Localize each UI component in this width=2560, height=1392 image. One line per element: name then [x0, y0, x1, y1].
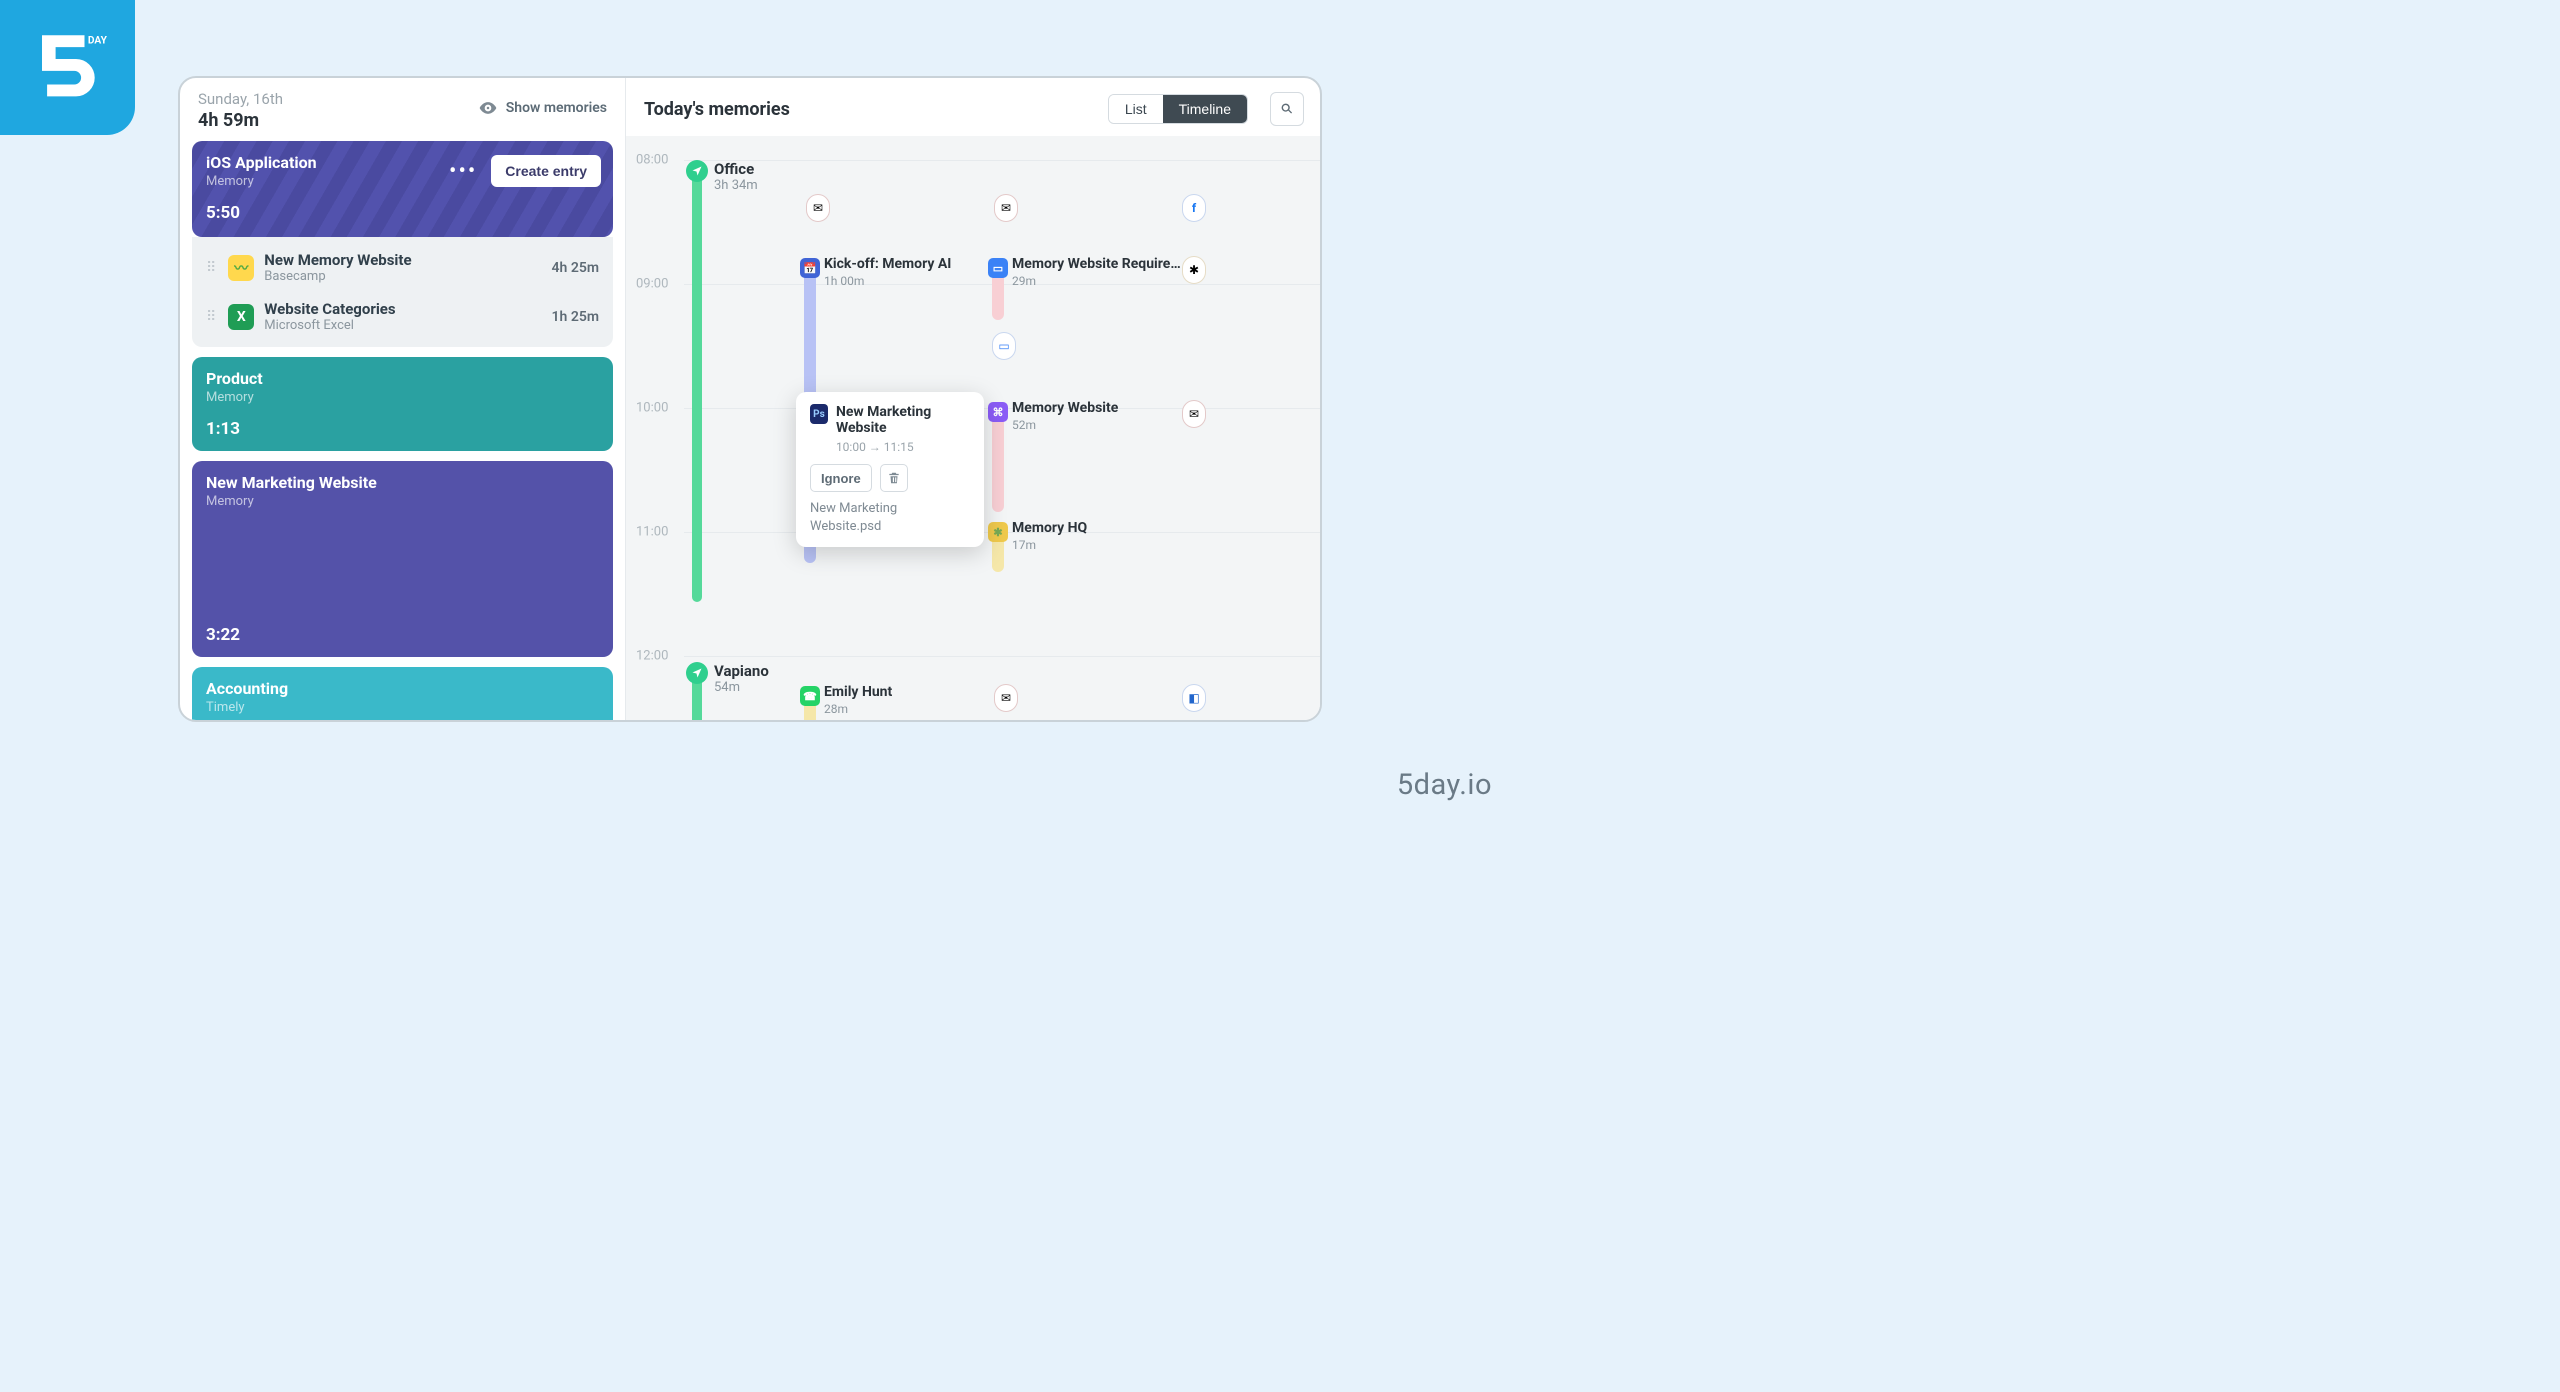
view-segmented: List Timeline	[1108, 94, 1248, 124]
facebook-icon[interactable]: f	[1182, 194, 1206, 222]
sub-app: Basecamp	[264, 269, 411, 284]
event-bar-kickoff[interactable]: 📅	[804, 260, 816, 408]
gmail-icon[interactable]: ✉	[1182, 400, 1206, 428]
hour-column: 08:00 09:00 10:00 11:00 12:00	[626, 136, 684, 720]
gmail-icon[interactable]: ✉	[994, 684, 1018, 712]
event-title: Emily Hunt	[824, 684, 892, 700]
docs-icon: ▭	[988, 258, 1008, 278]
trash-icon	[887, 471, 901, 485]
popover-title: New Marketing Website	[836, 404, 970, 436]
location-name: Office	[714, 160, 754, 178]
sub-app: Microsoft Excel	[264, 318, 395, 333]
event-duration: 28m	[824, 702, 848, 716]
left-panel: Sunday, 16th 4h 59m Show memories iOS Ap…	[180, 78, 626, 720]
popover-time: 10:00 → 11:15	[836, 440, 970, 454]
tab-timeline[interactable]: Timeline	[1163, 95, 1247, 123]
delete-button[interactable]	[880, 464, 908, 492]
sub-duration: 4h 25m	[552, 260, 599, 276]
card-accounting[interactable]: Accounting Timely 1:24	[192, 667, 613, 720]
total-time: 4h 59m	[198, 110, 283, 131]
five-icon: DAY	[25, 25, 110, 110]
app-window: Sunday, 16th 4h 59m Show memories iOS Ap…	[178, 76, 1322, 722]
whatsapp-icon: ☎	[800, 686, 820, 706]
tab-list[interactable]: List	[1109, 95, 1163, 123]
event-duration: 29m	[1012, 274, 1036, 288]
footer-brand: 5day.io	[1397, 768, 1492, 802]
slack-icon[interactable]: ✱	[1182, 256, 1206, 284]
card-new-marketing[interactable]: New Marketing Website Memory 3:22	[192, 461, 613, 657]
card-product[interactable]: Product Memory 1:13	[192, 357, 613, 451]
card-title: Product	[206, 369, 599, 388]
timeline[interactable]: 08:00 09:00 10:00 11:00 12:00 Office 3h …	[626, 136, 1320, 720]
cards-list: iOS Application Memory 5:50 ••• Create e…	[180, 141, 625, 720]
drag-handle-icon[interactable]: ⠿	[206, 264, 218, 272]
right-panel: Today's memories List Timeline 08:00 09:…	[626, 78, 1320, 720]
location-duration: 54m	[714, 680, 740, 695]
location-name: Vapiano	[714, 662, 769, 680]
slack-icon: ✱	[988, 522, 1008, 542]
basecamp-icon: 〰	[228, 255, 254, 281]
hour-label: 11:00	[636, 525, 668, 540]
card-subtitle: Memory	[206, 494, 599, 509]
card-title: Accounting	[206, 679, 599, 698]
calendar-icon: 📅	[800, 258, 820, 278]
sub-title: New Memory Website	[264, 251, 411, 269]
drag-handle-icon[interactable]: ⠿	[206, 313, 218, 321]
date-label: Sunday, 16th	[198, 90, 283, 108]
event-duration: 1h 00m	[824, 274, 864, 288]
card-time: 3:22	[206, 625, 240, 645]
hour-label: 12:00	[636, 649, 668, 664]
outlook-icon[interactable]: ◧	[1182, 684, 1206, 712]
location-pin-icon[interactable]	[686, 662, 708, 684]
show-memories-label: Show memories	[506, 100, 607, 116]
right-header: Today's memories List Timeline	[626, 78, 1320, 136]
event-bar-memory-hq[interactable]: ✱	[992, 524, 1004, 572]
docs-icon[interactable]: ▭	[992, 332, 1016, 360]
event-duration: 52m	[1012, 418, 1036, 432]
popover-filename: New Marketing Website.psd	[810, 500, 970, 535]
event-duration: 17m	[1012, 538, 1036, 552]
left-header: Sunday, 16th 4h 59m Show memories	[180, 78, 625, 141]
sub-entries: ⠿ 〰 New Memory WebsiteBasecamp 4h 25m ⠿ …	[192, 237, 613, 347]
location-pin-icon[interactable]	[686, 160, 708, 182]
card-subtitle: Memory	[206, 390, 599, 405]
brand-logo: DAY	[0, 0, 135, 135]
event-title: Memory Website	[1012, 400, 1118, 416]
eye-icon	[478, 98, 498, 118]
location-duration: 3h 34m	[714, 178, 758, 193]
location-track-office[interactable]	[692, 170, 702, 602]
card-title: New Marketing Website	[206, 473, 599, 492]
sub-entry[interactable]: ⠿ 〰 New Memory WebsiteBasecamp 4h 25m	[192, 243, 613, 292]
right-title: Today's memories	[644, 99, 790, 120]
search-button[interactable]	[1270, 92, 1304, 126]
create-entry-button[interactable]: Create entry	[491, 155, 601, 187]
card-subtitle: Timely	[206, 700, 599, 715]
card-time: 1:13	[206, 419, 599, 439]
gmail-icon[interactable]: ✉	[806, 194, 830, 222]
event-popover: Ps New Marketing Website 10:00 → 11:15 I…	[796, 392, 984, 547]
hour-label: 08:00	[636, 153, 668, 168]
sub-entry[interactable]: ⠿ X Website CategoriesMicrosoft Excel 1h…	[192, 292, 613, 341]
ignore-button[interactable]: Ignore	[810, 464, 872, 492]
hour-label: 09:00	[636, 277, 668, 292]
hour-label: 10:00	[636, 401, 668, 416]
show-memories-toggle[interactable]: Show memories	[478, 98, 607, 118]
search-icon	[1279, 101, 1295, 117]
event-title: Memory HQ	[1012, 520, 1087, 536]
code-icon: ⌘	[988, 402, 1008, 422]
card-time: 5:50	[206, 203, 599, 223]
gmail-icon[interactable]: ✉	[994, 194, 1018, 222]
sub-duration: 1h 25m	[552, 309, 599, 325]
event-bar-memory-website[interactable]: ⌘	[992, 404, 1004, 512]
svg-text:DAY: DAY	[88, 36, 108, 47]
sub-title: Website Categories	[264, 300, 395, 318]
event-title: Memory Website Require...	[1012, 256, 1182, 272]
excel-icon: X	[228, 304, 254, 330]
photoshop-icon: Ps	[810, 404, 828, 424]
event-bar-requirements[interactable]: ▭	[992, 260, 1004, 320]
event-title: Kick-off: Memory AI	[824, 256, 951, 272]
card-ios-application[interactable]: iOS Application Memory 5:50 ••• Create e…	[192, 141, 613, 237]
more-icon[interactable]: •••	[449, 159, 477, 184]
event-bar-emily[interactable]: ☎	[804, 688, 816, 720]
